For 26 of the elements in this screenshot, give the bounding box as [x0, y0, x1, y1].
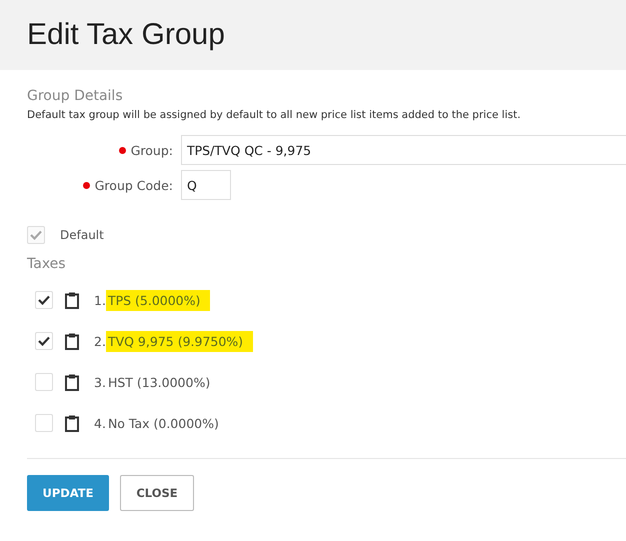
checkbox[interactable]: [35, 414, 53, 432]
tax-number: 1.: [94, 292, 106, 308]
section-title: Group Details: [27, 88, 124, 104]
field-label: Group Code:: [94, 178, 173, 192]
checkbox[interactable]: [35, 291, 53, 309]
text-field[interactable]: Q: [181, 170, 231, 200]
tax-name: TPS (5.0000%): [106, 290, 210, 310]
tax-name: TVQ 9,975 (9.9750%): [106, 330, 254, 352]
tax-number: 3.: [94, 374, 106, 390]
checkbox-label: Default: [60, 228, 104, 242]
clipboard-icon[interactable]: [65, 374, 79, 390]
dialog-title: Edit Tax Group: [27, 18, 225, 52]
section-title: Taxes: [27, 256, 67, 272]
clipboard-icon[interactable]: [65, 414, 79, 432]
clipboard-icon[interactable]: [65, 332, 79, 350]
tax-number: 4.: [94, 416, 106, 430]
checkbox[interactable]: [35, 332, 53, 350]
checkbox[interactable]: [35, 373, 53, 391]
field-label: Group:: [130, 142, 173, 158]
section-description: Default tax group will be assigned by default to all new price list items added to the price list.: [27, 109, 522, 121]
tax-name: HST (13.0000%): [106, 374, 212, 392]
close-button[interactable]: CLOSE: [120, 475, 194, 511]
tax-number: 2.: [94, 334, 106, 348]
tax-name: No Tax (0.0000%): [106, 414, 220, 432]
text-field[interactable]: TPS/TVQ QC - 9,975: [181, 135, 626, 165]
clipboard-icon[interactable]: [65, 292, 79, 308]
